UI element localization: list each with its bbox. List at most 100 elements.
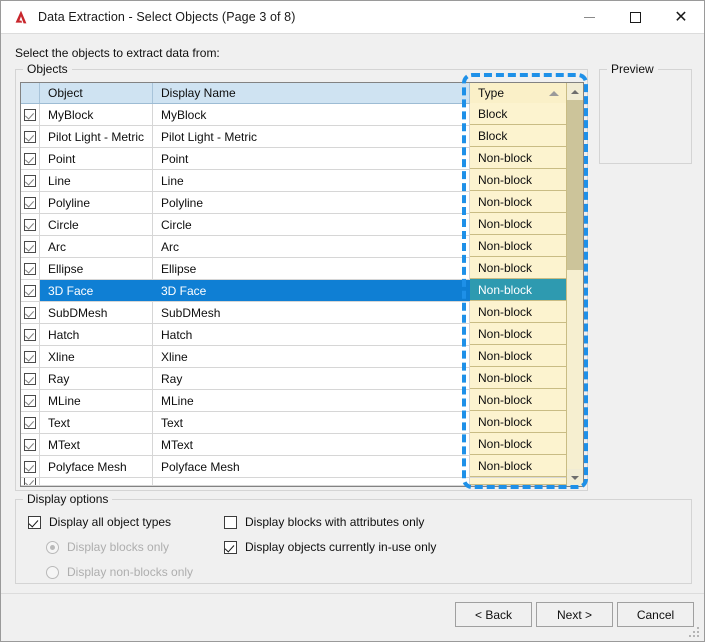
close-button[interactable]: ✕ xyxy=(658,1,704,34)
table-row[interactable]: Pilot Light - Metric Pilot Light - Metric… xyxy=(21,125,583,148)
row-checkbox[interactable] xyxy=(24,328,36,341)
cell-type: Non-block xyxy=(470,411,567,433)
option-display-blocks-with-attributes-only[interactable]: Display blocks with attributes only xyxy=(224,515,424,529)
window-title: Data Extraction - Select Objects (Page 3… xyxy=(38,10,296,24)
table-row[interactable]: 3D Face 3D Face Non-block xyxy=(21,279,583,302)
table-row[interactable]: Text Text Non-block xyxy=(21,411,583,434)
row-checkbox-cell[interactable] xyxy=(21,148,40,169)
table-vertical-scrollbar[interactable] xyxy=(566,83,583,486)
display-objects-currently-in-use-only-checkbox[interactable] xyxy=(224,540,237,554)
row-checkbox[interactable] xyxy=(24,240,36,253)
row-checkbox[interactable] xyxy=(24,306,36,319)
table-row[interactable]: MLine MLine Non-block xyxy=(21,389,583,412)
row-checkbox-cell[interactable] xyxy=(21,258,40,279)
row-checkbox-cell[interactable] xyxy=(21,192,40,213)
data-extraction-dialog: Data Extraction - Select Objects (Page 3… xyxy=(0,0,705,642)
scrollbar-up-button[interactable] xyxy=(567,83,583,100)
row-checkbox[interactable] xyxy=(24,284,36,297)
cell-display-name: Ray xyxy=(153,368,470,389)
row-checkbox[interactable] xyxy=(24,416,36,429)
cell-type: Non-block xyxy=(470,301,567,323)
table-row[interactable]: Point Point Non-block xyxy=(21,147,583,170)
back-button[interactable]: < Back xyxy=(455,602,532,627)
row-checkbox-cell[interactable] xyxy=(21,412,40,433)
cell-type: Non-block xyxy=(470,147,567,169)
option-display-blocks-only[interactable]: Display blocks only xyxy=(46,540,169,554)
row-checkbox[interactable] xyxy=(24,108,36,121)
row-checkbox[interactable] xyxy=(24,438,36,451)
row-checkbox-cell[interactable] xyxy=(21,236,40,257)
row-checkbox-cell[interactable] xyxy=(21,104,40,125)
row-checkbox-cell[interactable] xyxy=(21,214,40,235)
objects-table[interactable]: Object Display Name Type MyBlock MyBlock B… xyxy=(20,82,584,487)
scroll-down-icon xyxy=(571,475,579,480)
cell-object xyxy=(40,478,153,485)
scrollbar-thumb[interactable] xyxy=(567,100,583,270)
table-row[interactable]: Line Line Non-block xyxy=(21,169,583,192)
header-type[interactable]: Type xyxy=(470,83,567,103)
row-checkbox[interactable] xyxy=(24,394,36,407)
next-button[interactable]: Next > xyxy=(536,602,613,627)
maximize-button[interactable] xyxy=(612,1,658,34)
row-checkbox-cell[interactable] xyxy=(21,324,40,345)
display-blocks-only-radio[interactable] xyxy=(46,540,59,554)
display-all-object-types-checkbox[interactable] xyxy=(28,515,41,529)
row-checkbox-cell[interactable] xyxy=(21,170,40,191)
cancel-button[interactable]: Cancel xyxy=(617,602,694,627)
table-row[interactable]: SubDMesh SubDMesh Non-block xyxy=(21,301,583,324)
cell-type: Non-block xyxy=(470,191,567,213)
row-checkbox[interactable] xyxy=(24,174,36,187)
display-blocks-with-attributes-only-checkbox[interactable] xyxy=(224,515,237,529)
cell-type: Non-block xyxy=(470,433,567,455)
row-checkbox-cell[interactable] xyxy=(21,390,40,411)
table-row[interactable]: Arc Arc Non-block xyxy=(21,235,583,258)
resize-grip-icon[interactable] xyxy=(687,625,699,637)
row-checkbox-cell[interactable] xyxy=(21,346,40,367)
row-checkbox[interactable] xyxy=(24,152,36,165)
row-checkbox[interactable] xyxy=(24,372,36,385)
cell-display-name: Circle xyxy=(153,214,470,235)
row-checkbox-cell[interactable] xyxy=(21,434,40,455)
row-checkbox[interactable] xyxy=(24,478,36,485)
row-checkbox-cell[interactable] xyxy=(21,456,40,477)
cell-display-name: Ellipse xyxy=(153,258,470,279)
row-checkbox[interactable] xyxy=(24,262,36,275)
table-row[interactable] xyxy=(21,478,583,486)
row-checkbox-cell[interactable] xyxy=(21,478,40,485)
row-checkbox-cell[interactable] xyxy=(21,368,40,389)
table-row[interactable]: Polyline Polyline Non-block xyxy=(21,191,583,214)
cell-display-name: Line xyxy=(153,170,470,191)
row-checkbox-cell[interactable] xyxy=(21,126,40,147)
display-non-blocks-only-radio[interactable] xyxy=(46,565,59,579)
minimize-button[interactable] xyxy=(566,1,612,34)
table-row[interactable]: MyBlock MyBlock Block xyxy=(21,103,583,126)
display-all-object-types-label: Display all object types xyxy=(49,515,172,529)
cell-object: Text xyxy=(40,412,153,433)
scrollbar-down-button[interactable] xyxy=(567,469,583,486)
minimize-icon xyxy=(583,16,595,18)
maximize-icon xyxy=(629,11,641,23)
cell-display-name: Arc xyxy=(153,236,470,257)
option-display-non-blocks-only[interactable]: Display non-blocks only xyxy=(46,565,193,579)
table-row[interactable]: Polyface Mesh Polyface Mesh Non-block xyxy=(21,455,583,478)
row-checkbox-cell[interactable] xyxy=(21,302,40,323)
cell-object: Polyline xyxy=(40,192,153,213)
row-checkbox[interactable] xyxy=(24,350,36,363)
display-options-group-label: Display options xyxy=(23,492,113,506)
row-checkbox[interactable] xyxy=(24,218,36,231)
option-display-all-object-types[interactable]: Display all object types xyxy=(28,515,171,529)
header-object[interactable]: Object xyxy=(40,83,153,103)
table-row[interactable]: MText MText Non-block xyxy=(21,433,583,456)
table-row[interactable]: Hatch Hatch Non-block xyxy=(21,323,583,346)
table-row[interactable]: Circle Circle Non-block xyxy=(21,213,583,236)
cell-type: Non-block xyxy=(470,345,567,367)
table-row[interactable]: Ray Ray Non-block xyxy=(21,367,583,390)
row-checkbox[interactable] xyxy=(24,460,36,473)
row-checkbox[interactable] xyxy=(24,196,36,209)
option-display-objects-currently-in-use-only[interactable]: Display objects currently in-use only xyxy=(224,540,436,554)
row-checkbox[interactable] xyxy=(24,130,36,143)
table-row[interactable]: Ellipse Ellipse Non-block xyxy=(21,257,583,280)
table-row[interactable]: Xline Xline Non-block xyxy=(21,345,583,368)
header-display-name[interactable]: Display Name xyxy=(153,83,470,103)
row-checkbox-cell[interactable] xyxy=(21,280,40,301)
